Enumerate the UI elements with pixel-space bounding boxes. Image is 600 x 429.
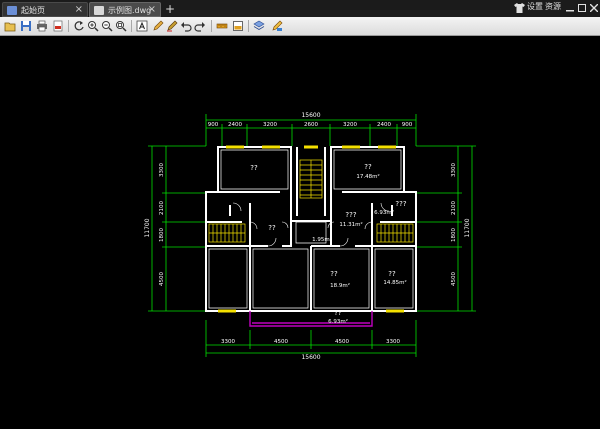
balcony xyxy=(249,311,373,327)
dwg-file-icon xyxy=(94,6,104,15)
toolbar xyxy=(0,17,600,36)
dimension-top-segment: 2400 xyxy=(228,122,242,128)
dimension-left-segment: 1800 xyxy=(159,228,165,242)
layers-icon[interactable] xyxy=(253,20,265,32)
left-dimension-chain xyxy=(148,145,206,312)
pencil-icon[interactable] xyxy=(152,20,164,32)
dimension-right-overall: 11700 xyxy=(464,218,471,237)
resources-link[interactable]: 资源 xyxy=(545,1,561,12)
print-icon[interactable] xyxy=(36,20,48,32)
dimension-top-segment: 2600 xyxy=(304,122,318,128)
open-folder-icon[interactable] xyxy=(4,20,16,32)
room-name: ??? xyxy=(395,200,406,208)
redo-icon[interactable] xyxy=(194,20,206,32)
right-segment-labels: 3300 2100 1800 4500 xyxy=(451,163,457,286)
dimension-top-segment: 3200 xyxy=(343,122,357,128)
zoom-out-icon[interactable] xyxy=(101,20,113,32)
room-area: 1.95m² xyxy=(312,236,332,243)
dimension-top-overall: 15600 xyxy=(301,112,320,119)
home-page-icon xyxy=(7,6,17,15)
toolbar-separator xyxy=(211,20,212,32)
edit-cad-icon[interactable] xyxy=(271,20,283,32)
dimension-right-segment: 3300 xyxy=(451,163,457,177)
dimension-bottom-segment: 3300 xyxy=(221,339,235,345)
tab-drawing[interactable]: 示例图.dwg × xyxy=(89,2,161,17)
settings-link[interactable]: 设置 xyxy=(527,1,543,12)
room-name: ?? xyxy=(388,270,396,278)
maximize-icon[interactable] xyxy=(578,4,586,12)
export-pdf-icon[interactable] xyxy=(52,20,64,32)
close-tab-icon[interactable]: × xyxy=(75,4,83,16)
tab-bar: 起始页 × 示例图.dwg × + 设置 资源 xyxy=(0,0,600,17)
room-name: ?? xyxy=(250,164,258,172)
zoom-in-icon[interactable] xyxy=(87,20,99,32)
dimension-bottom-segment: 4500 xyxy=(274,339,288,345)
room-area: 11.31m² xyxy=(339,221,362,228)
new-tab-button[interactable]: + xyxy=(164,2,176,16)
room-name: ??? xyxy=(345,211,356,219)
stairs xyxy=(208,159,414,243)
dimension-bottom-segment: 3300 xyxy=(386,339,400,345)
dimension-top-segment: 900 xyxy=(208,122,219,128)
dimension-right-segment: 4500 xyxy=(451,272,457,286)
room-area: 6.93m² xyxy=(328,318,348,325)
room-name: ?? xyxy=(330,270,338,278)
left-segment-labels: 3300 2100 1800 4500 xyxy=(159,163,165,286)
dimension-top-segment: 3200 xyxy=(263,122,277,128)
cad-viewer-window: 起始页 × 示例图.dwg × + 设置 资源 15600 900 2400 3… xyxy=(0,0,600,425)
room-area: 14.85m² xyxy=(383,279,406,286)
toolbar-separator xyxy=(68,20,69,32)
room-name: ?? xyxy=(268,224,276,232)
floor-plan-drawing: 15600 900 2400 3200 2600 3200 2400 900 3… xyxy=(144,112,476,361)
tab-label: 示例图.dwg xyxy=(108,6,152,15)
top-segment-labels: 900 2400 3200 2600 3200 2400 900 xyxy=(208,122,413,128)
room-area: 6.93m² xyxy=(374,209,394,216)
rotate-icon[interactable] xyxy=(73,20,85,32)
tab-label: 起始页 xyxy=(21,6,45,15)
close-icon[interactable] xyxy=(590,4,598,12)
room-area: 17.48m² xyxy=(356,173,379,180)
dimension-left-segment: 4500 xyxy=(159,272,165,286)
dimension-bottom-segment: 4500 xyxy=(335,339,349,345)
dimension-right-segment: 1800 xyxy=(451,228,457,242)
dimension-top-segment: 2400 xyxy=(377,122,391,128)
dimension-left-segment: 3300 xyxy=(159,163,165,177)
drawing-canvas[interactable]: 15600 900 2400 3200 2600 3200 2400 900 3… xyxy=(0,36,600,425)
undo-icon[interactable] xyxy=(180,20,192,32)
dimension-top-segment: 900 xyxy=(402,122,413,128)
dimension-left-segment: 2100 xyxy=(159,201,165,215)
text-tool-icon[interactable] xyxy=(136,20,148,32)
toolbar-separator xyxy=(248,20,249,32)
dimension-left-overall: 11700 xyxy=(144,218,151,237)
measure-icon[interactable] xyxy=(216,20,228,32)
door-swings xyxy=(232,202,390,247)
room-name: ?? xyxy=(364,163,372,171)
close-tab-icon[interactable]: × xyxy=(148,4,156,16)
zoom-extents-icon[interactable] xyxy=(115,20,127,32)
tab-start-page[interactable]: 起始页 × xyxy=(2,2,88,17)
toolbar-separator xyxy=(131,20,132,32)
shirt-icon[interactable] xyxy=(514,3,525,13)
save-icon[interactable] xyxy=(20,20,32,32)
dimension-bottom-overall: 15600 xyxy=(301,354,320,361)
dimension-right-segment: 2100 xyxy=(451,201,457,215)
room-labels: ?? ?? 17.48m² ??? 11.31m² ??? 6.93m² ?? … xyxy=(250,163,407,325)
area-measure-icon[interactable] xyxy=(232,20,244,32)
markup-pen-icon[interactable] xyxy=(166,20,178,32)
minimize-icon[interactable] xyxy=(566,4,574,12)
room-name: ?? xyxy=(334,309,342,317)
room-area: 18.9m² xyxy=(330,282,350,289)
